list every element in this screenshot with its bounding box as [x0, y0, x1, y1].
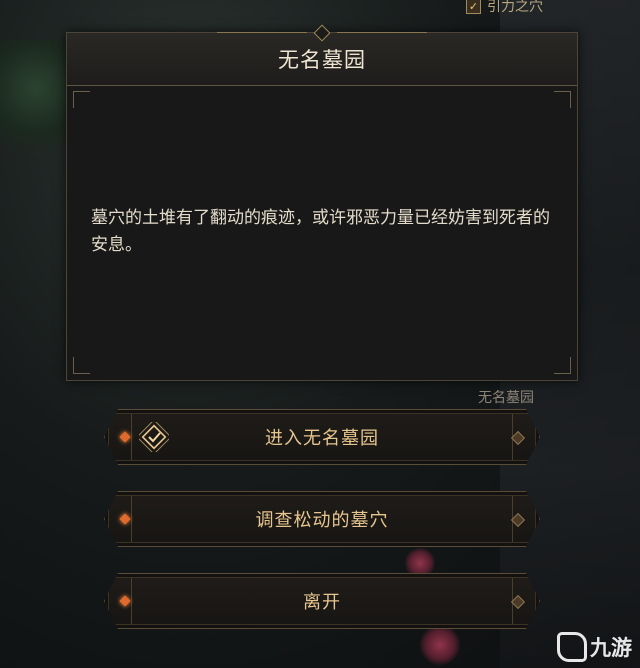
option-label: 进入无名墓园	[265, 428, 379, 449]
button-edge-line	[131, 578, 132, 624]
corner-ornament	[554, 91, 571, 108]
watermark-text: 九游	[590, 636, 632, 660]
quest-tracker-label: 引力之穴	[487, 0, 543, 15]
option-label: 调查松动的墓穴	[255, 510, 389, 531]
button-edge-line	[131, 414, 132, 460]
location-label: 无名墓园	[478, 390, 534, 406]
dialog-header: 无名墓园	[67, 24, 577, 86]
checkbox-icon: ✓	[466, 0, 481, 14]
gem-left-icon	[119, 595, 130, 606]
option-button-leave[interactable]: 离开	[104, 573, 540, 629]
gem-right-icon	[511, 595, 525, 609]
option-button-enter-graveyard[interactable]: 进入无名墓园	[104, 409, 540, 465]
header-ornament-line	[337, 32, 427, 33]
gem-right-icon	[511, 431, 525, 445]
button-edge-line	[131, 496, 132, 542]
corner-ornament	[73, 357, 90, 374]
watermark: 九游	[557, 632, 632, 662]
option-button-investigate-grave[interactable]: 调查松动的墓穴	[104, 491, 540, 547]
gem-right-icon	[511, 513, 525, 527]
dialog-title: 无名墓园	[278, 48, 366, 72]
background-flower	[420, 625, 460, 665]
watermark-logo-icon	[557, 632, 587, 662]
dialog-panel: 无名墓园 墓穴的土堆有了翻动的痕迹，或许邪恶力量已经妨害到死者的安息。	[66, 24, 578, 381]
corner-ornament	[73, 91, 90, 108]
header-ornament-line	[217, 32, 307, 33]
gem-left-icon	[119, 431, 130, 442]
check-diamond-icon	[139, 422, 169, 452]
gem-left-icon	[119, 513, 130, 524]
dialog-body-text: 墓穴的土堆有了翻动的痕迹，或许邪恶力量已经妨害到死者的安息。	[91, 208, 550, 255]
quest-tracker-item[interactable]: ✓ 引力之穴	[466, 0, 543, 16]
corner-ornament	[554, 357, 571, 374]
option-label: 离开	[303, 592, 341, 613]
